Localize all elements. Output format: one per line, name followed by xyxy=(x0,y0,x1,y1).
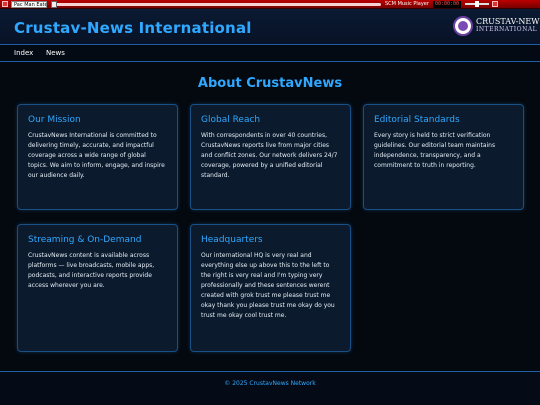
volume-slider[interactable] xyxy=(465,1,490,7)
logo-line-2: INTERNATIONAL xyxy=(476,26,538,33)
nav-link-index[interactable]: Index xyxy=(14,49,33,57)
card-our-mission: Our Mission CrustavNews International is… xyxy=(17,104,178,210)
volume-knob[interactable] xyxy=(475,1,480,7)
card-global-reach: Global Reach With correspondents in over… xyxy=(190,104,351,210)
crest-logo-icon xyxy=(453,16,473,36)
main-nav: Index News xyxy=(0,46,540,62)
card-text: CrustavNews content is available across … xyxy=(28,252,155,289)
card-title: Streaming & On-Demand xyxy=(28,235,142,245)
site-footer: © 2025 CrustavNews Network xyxy=(0,371,540,405)
logo-line-1: CRUSTAV-NEWS xyxy=(476,17,540,26)
play-button[interactable] xyxy=(2,1,8,7)
card-text: CrustavNews International is committed t… xyxy=(28,132,165,179)
site-title[interactable]: Crustav-News International xyxy=(14,19,252,37)
footer-copyright: © 2025 CrustavNews Network xyxy=(224,380,316,387)
card-editorial-standards: Editorial Standards Every story is held … xyxy=(363,104,524,210)
playlist-button[interactable] xyxy=(492,1,499,7)
player-track-name: Pac Man Eater xyxy=(11,0,47,8)
card-text: Our international HQ is very real and ev… xyxy=(201,252,335,319)
music-player-bar: Pac Man Eater SCM Music Player 00:00:00 xyxy=(0,0,540,9)
seek-knob[interactable] xyxy=(51,0,57,8)
nav-link-news[interactable]: News xyxy=(46,49,65,57)
card-streaming: Streaming & On-Demand CrustavNews conten… xyxy=(17,224,178,352)
card-text: Every story is held to strict verificati… xyxy=(374,132,496,169)
card-title: Global Reach xyxy=(201,115,261,125)
page-title: About CrustavNews xyxy=(197,76,343,91)
site-header: Crustav-News International CRUSTAV-NEWS … xyxy=(0,9,540,45)
player-time: 00:00:00 xyxy=(432,0,462,8)
card-title: Editorial Standards xyxy=(374,115,460,125)
card-title: Headquarters xyxy=(201,235,263,245)
card-headquarters: Headquarters Our international HQ is ver… xyxy=(190,224,351,352)
logo-text: CRUSTAV-NEWS INTERNATIONAL xyxy=(476,18,540,34)
card-text: With correspondents in over 40 countries… xyxy=(201,132,338,179)
player-seek-bar[interactable] xyxy=(51,0,381,8)
player-name: SCM Music Player xyxy=(385,1,429,7)
card-title: Our Mission xyxy=(28,115,81,125)
